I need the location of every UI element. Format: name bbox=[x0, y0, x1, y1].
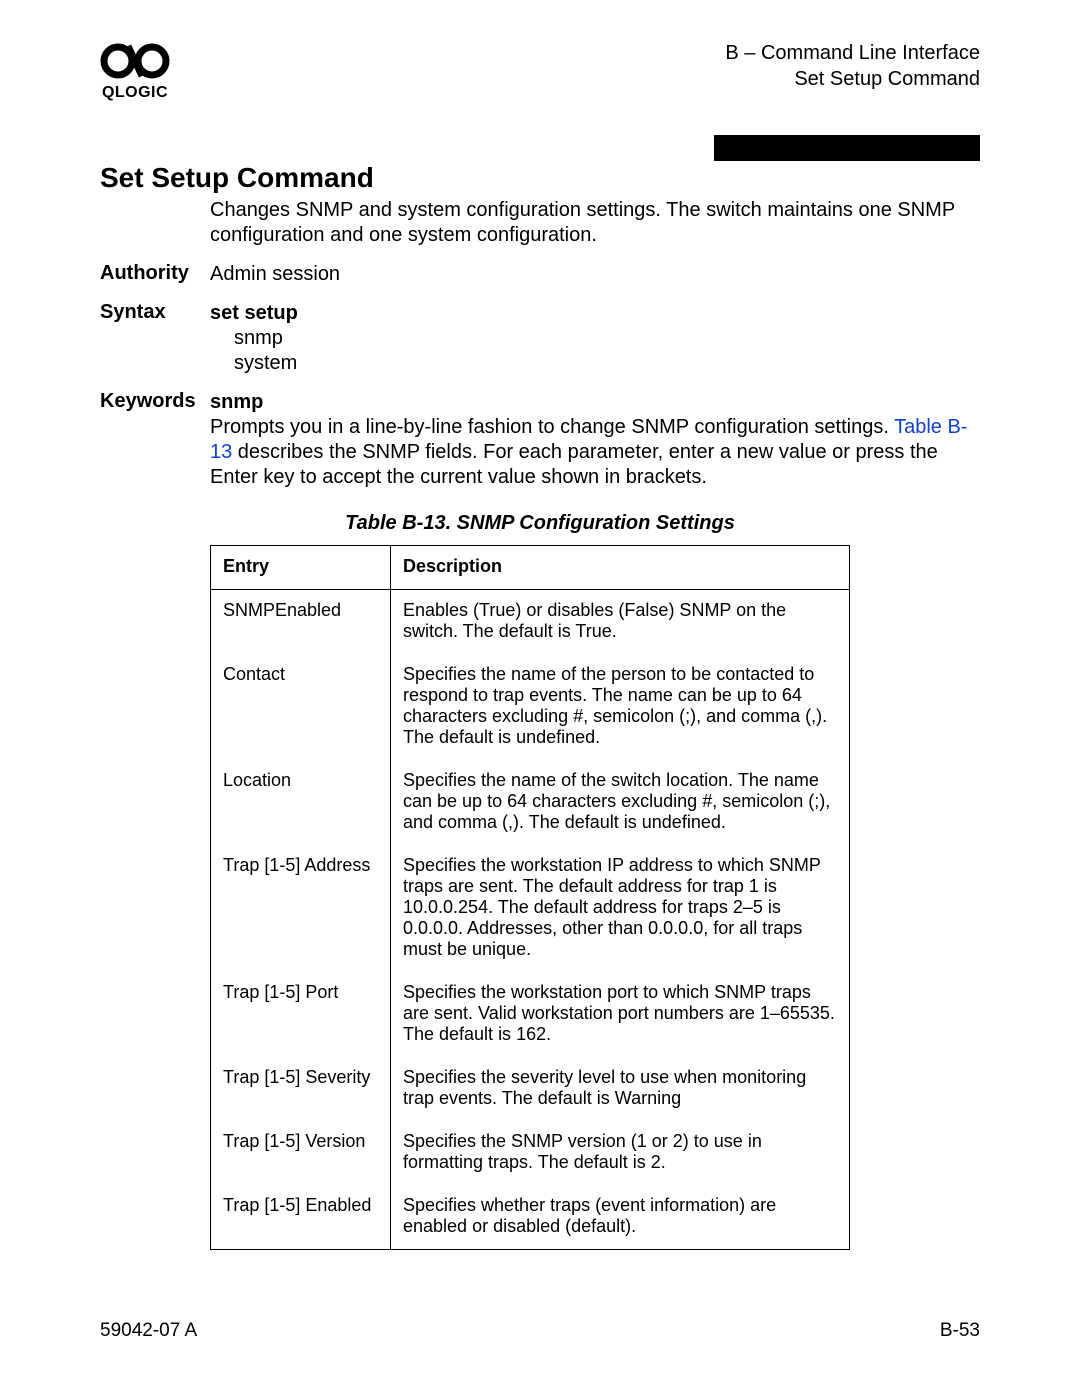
brand-text: QLOGIC bbox=[102, 84, 168, 102]
table-row: Trap [1-5] AddressSpecifies the workstat… bbox=[211, 845, 850, 972]
table-cell-entry: Trap [1-5] Enabled bbox=[211, 1185, 391, 1250]
syntax-arg: system bbox=[234, 351, 980, 376]
table-caption: Table B-13. SNMP Configuration Settings bbox=[100, 512, 980, 535]
section-intro: Changes SNMP and system configuration se… bbox=[210, 198, 980, 248]
header-right: B – Command Line Interface Set Setup Com… bbox=[725, 40, 980, 92]
table-col-description: Description bbox=[391, 546, 850, 590]
page-body: Set Setup Command Changes SNMP and syste… bbox=[100, 162, 980, 1250]
qlogic-icon bbox=[100, 40, 170, 82]
keyword-desc: Prompts you in a line-by-line fashion to… bbox=[210, 415, 980, 490]
syntax-command: set setup bbox=[210, 301, 980, 326]
syntax-body: set setup snmp system bbox=[210, 301, 980, 376]
footer-right: B-53 bbox=[940, 1320, 980, 1342]
table-cell-description: Specifies the name of the switch locatio… bbox=[391, 760, 850, 845]
authority-value: Admin session bbox=[210, 262, 980, 287]
table-cell-entry: Trap [1-5] Severity bbox=[211, 1057, 391, 1121]
document-page: QLOGIC B – Command Line Interface Set Se… bbox=[0, 0, 1080, 1397]
table-row: Trap [1-5] PortSpecifies the workstation… bbox=[211, 972, 850, 1057]
syntax-arg: snmp bbox=[234, 326, 980, 351]
table-cell-entry: Trap [1-5] Version bbox=[211, 1121, 391, 1185]
page-header: QLOGIC B – Command Line Interface Set Se… bbox=[100, 40, 980, 102]
keywords-body: snmp Prompts you in a line-by-line fashi… bbox=[210, 390, 980, 490]
brand-logo: QLOGIC bbox=[100, 40, 170, 102]
table-cell-description: Specifies whether traps (event informati… bbox=[391, 1185, 850, 1250]
page-footer: 59042-07 A B-53 bbox=[100, 1320, 980, 1342]
table-row: SNMPEnabledEnables (True) or disables (F… bbox=[211, 590, 850, 655]
keywords-label: Keywords bbox=[100, 390, 210, 490]
table-cell-description: Enables (True) or disables (False) SNMP … bbox=[391, 590, 850, 655]
table-cell-description: Specifies the severity level to use when… bbox=[391, 1057, 850, 1121]
snmp-config-table: Entry Description SNMPEnabledEnables (Tr… bbox=[210, 545, 850, 1250]
table-cell-description: Specifies the workstation port to which … bbox=[391, 972, 850, 1057]
authority-row: Authority Admin session bbox=[100, 262, 980, 287]
table-cell-description: Specifies the name of the person to be c… bbox=[391, 654, 850, 760]
table-col-entry: Entry bbox=[211, 546, 391, 590]
keyword-desc-pre: Prompts you in a line-by-line fashion to… bbox=[210, 416, 894, 438]
table-cell-entry: Location bbox=[211, 760, 391, 845]
table-row: Trap [1-5] VersionSpecifies the SNMP ver… bbox=[211, 1121, 850, 1185]
authority-label: Authority bbox=[100, 262, 210, 287]
table-cell-entry: SNMPEnabled bbox=[211, 590, 391, 655]
syntax-label: Syntax bbox=[100, 301, 210, 376]
section-title: Set Setup Command bbox=[100, 162, 980, 194]
header-black-bar bbox=[714, 135, 980, 161]
table-row: LocationSpecifies the name of the switch… bbox=[211, 760, 850, 845]
header-line-1: B – Command Line Interface bbox=[725, 40, 980, 66]
table-cell-entry: Trap [1-5] Port bbox=[211, 972, 391, 1057]
keywords-row: Keywords snmp Prompts you in a line-by-l… bbox=[100, 390, 980, 490]
footer-left: 59042-07 A bbox=[100, 1320, 197, 1342]
table-row: Trap [1-5] SeveritySpecifies the severit… bbox=[211, 1057, 850, 1121]
header-line-2: Set Setup Command bbox=[725, 66, 980, 92]
keyword-desc-post: describes the SNMP fields. For each para… bbox=[210, 441, 938, 488]
table-cell-description: Specifies the SNMP version (1 or 2) to u… bbox=[391, 1121, 850, 1185]
table-row: Trap [1-5] EnabledSpecifies whether trap… bbox=[211, 1185, 850, 1250]
table-header-row: Entry Description bbox=[211, 546, 850, 590]
table-cell-entry: Trap [1-5] Address bbox=[211, 845, 391, 972]
syntax-row: Syntax set setup snmp system bbox=[100, 301, 980, 376]
keyword-name: snmp bbox=[210, 390, 980, 415]
table-row: ContactSpecifies the name of the person … bbox=[211, 654, 850, 760]
table-cell-description: Specifies the workstation IP address to … bbox=[391, 845, 850, 972]
table-cell-entry: Contact bbox=[211, 654, 391, 760]
